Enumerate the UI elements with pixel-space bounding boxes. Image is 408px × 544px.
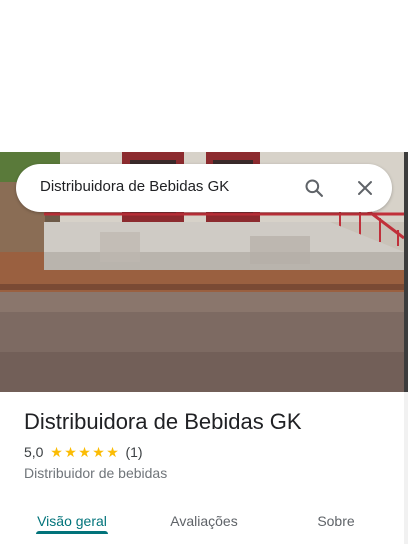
rating-value: 5,0 [24,444,44,460]
scrollbar-thumb[interactable] [404,152,408,392]
place-info-panel: Distribuidora de Bebidas GK 5,0 ★ ★ ★ ★ ★ (1… [0,392,404,544]
tab-reviews[interactable]: Avaliações [148,497,260,544]
review-count[interactable]: (1) [125,444,142,460]
tab-bar: Visão geral Avaliações Sobre [0,497,404,544]
star-rating: ★ ★ ★ ★ ★ [49,445,119,459]
star-icon: ★ [92,444,105,460]
star-icon: ★ [64,444,77,460]
active-tab-indicator [36,531,108,534]
search-input[interactable]: Distribuidora de Bebidas GK [40,178,229,195]
search-icon[interactable] [302,176,326,200]
top-blank-area [0,0,408,152]
close-icon[interactable] [353,176,377,200]
star-icon: ★ [50,444,63,460]
tab-about[interactable]: Sobre [296,497,376,544]
search-bar[interactable]: Distribuidora de Bebidas GK [16,164,392,212]
star-icon: ★ [78,444,91,460]
star-icon: ★ [106,444,119,460]
place-title: Distribuidora de Bebidas GK [24,409,302,434]
rating-row[interactable]: 5,0 ★ ★ ★ ★ ★ (1) [24,444,143,460]
tab-overview[interactable]: Visão geral [24,497,120,544]
place-category[interactable]: Distribuidor de bebidas [24,465,167,481]
